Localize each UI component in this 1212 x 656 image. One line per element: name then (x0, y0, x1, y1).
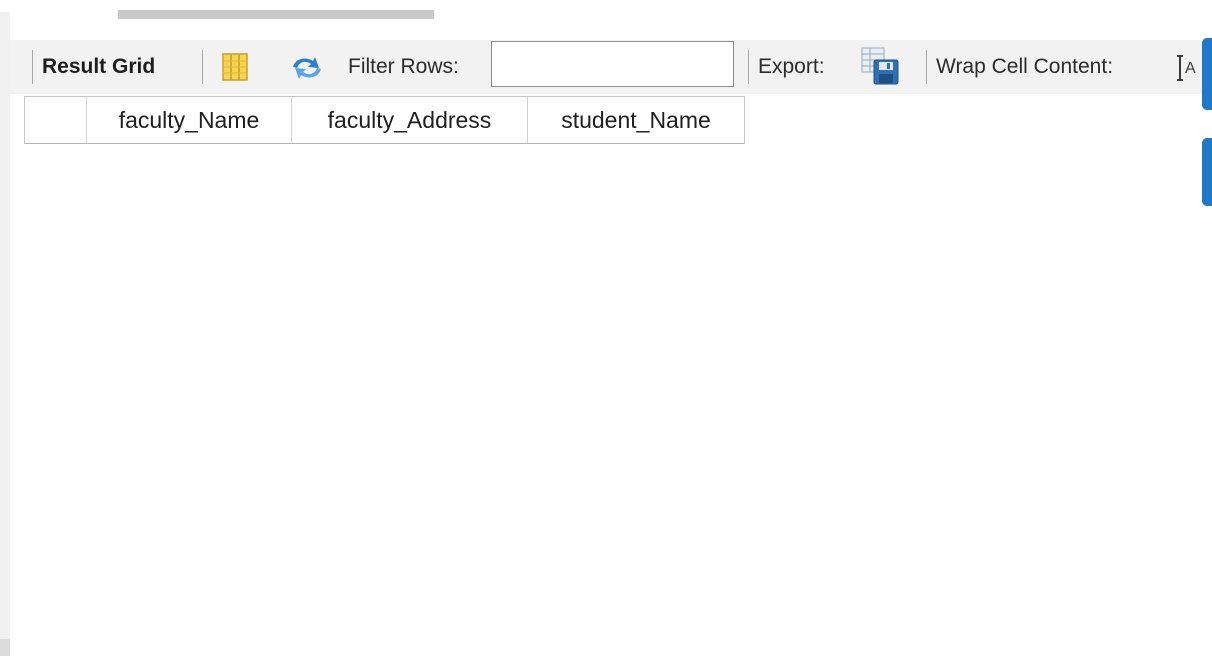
result-grid-tab[interactable]: Result Grid (42, 40, 155, 94)
grid-header-row: faculty_Name faculty_Address student_Nam… (24, 96, 745, 144)
left-frame-notch (0, 639, 10, 656)
result-panel: Result Grid Filter Rows: Export: Wrap Ce… (0, 0, 1212, 656)
column-header-faculty-address[interactable]: faculty_Address (292, 97, 528, 143)
side-panel-tab[interactable] (1202, 138, 1212, 206)
result-toolbar: Result Grid Filter Rows: Export: Wrap Ce… (10, 40, 1202, 94)
toolbar-separator (32, 50, 33, 84)
svg-text:A: A (1185, 60, 1196, 77)
filter-rows-label: Filter Rows: (348, 55, 459, 78)
left-frame-edge (0, 12, 10, 656)
row-selector-header[interactable] (25, 97, 87, 143)
refresh-arrows-icon[interactable] (289, 53, 325, 88)
toolbar-separator (926, 50, 927, 84)
export-save-icon[interactable] (860, 46, 900, 91)
toolbar-separator (748, 50, 749, 84)
top-strip (0, 0, 1212, 19)
result-grid[interactable]: faculty_Name faculty_Address student_Nam… (10, 94, 1202, 656)
wrap-cell-icon[interactable]: A (1176, 53, 1202, 88)
filter-rows-input[interactable] (491, 41, 734, 87)
tab-scroll-bar[interactable] (118, 10, 434, 19)
toolbar-separator (202, 50, 203, 84)
column-header-faculty-name[interactable]: faculty_Name (87, 97, 292, 143)
grid-columns-icon[interactable] (221, 52, 251, 87)
export-label: Export: (758, 55, 825, 78)
wrap-cell-content-label: Wrap Cell Content: (936, 55, 1114, 78)
side-panel-tab[interactable] (1202, 38, 1212, 110)
column-header-student-name[interactable]: student_Name (528, 97, 744, 143)
